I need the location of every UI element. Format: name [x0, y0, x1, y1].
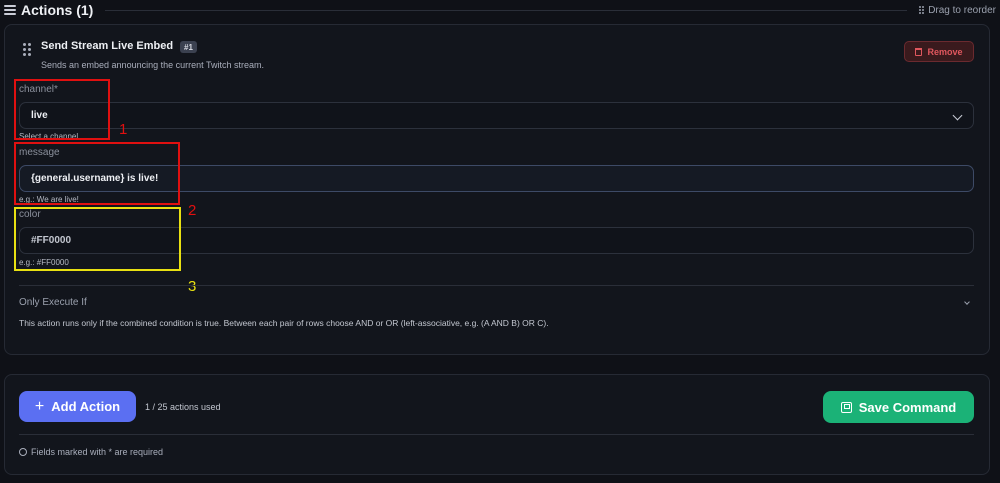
remove-label: Remove: [927, 46, 963, 57]
channel-select[interactable]: live: [19, 102, 974, 129]
list-icon: [4, 5, 16, 15]
drag-to-reorder-hint: Drag to reorder: [919, 5, 996, 16]
action-description: Sends an embed announcing the current Tw…: [41, 60, 264, 70]
conditions-divider: [19, 285, 974, 286]
drag-handle-icon[interactable]: [23, 43, 31, 56]
annotation-box-1: [14, 79, 110, 140]
annotation-number-2: 2: [188, 202, 197, 219]
actions-title: Actions (1): [21, 2, 94, 18]
only-execute-if-toggle[interactable]: Only Execute If: [19, 297, 87, 308]
save-command-button[interactable]: Save Command: [823, 391, 974, 423]
annotation-box-2: [14, 142, 180, 205]
annotation-number-1: 1: [119, 121, 128, 138]
trash-icon: [915, 47, 923, 56]
action-number-badge: #1: [180, 41, 197, 53]
annotation-box-3: [14, 207, 181, 271]
drag-hint-text: Drag to reorder: [928, 4, 996, 16]
save-icon: [840, 401, 852, 413]
remove-button[interactable]: Remove: [904, 41, 974, 62]
save-command-label: Save Command: [858, 399, 957, 415]
header-divider: [105, 9, 908, 11]
info-icon: [19, 448, 27, 456]
plus-icon: +: [34, 397, 45, 415]
footer-card: [4, 374, 990, 475]
actions-header: Actions (1) Drag to reorder: [4, 0, 996, 20]
add-action-label: Add Action: [51, 399, 121, 414]
chevron-down-icon: [952, 110, 963, 121]
add-action-button[interactable]: + Add Action: [19, 391, 136, 422]
required-note: Fields marked with * are required: [19, 447, 163, 457]
actions-used-count: 1 / 25 actions used: [145, 402, 221, 412]
action-title: Send Stream Live Embed: [41, 40, 174, 52]
drag-dots-icon: [919, 6, 925, 14]
required-note-text: Fields marked with * are required: [31, 447, 164, 457]
annotation-number-3: 3: [188, 278, 197, 295]
footer-divider: [19, 434, 974, 435]
only-execute-description: This action runs only if the combined co…: [19, 318, 549, 328]
